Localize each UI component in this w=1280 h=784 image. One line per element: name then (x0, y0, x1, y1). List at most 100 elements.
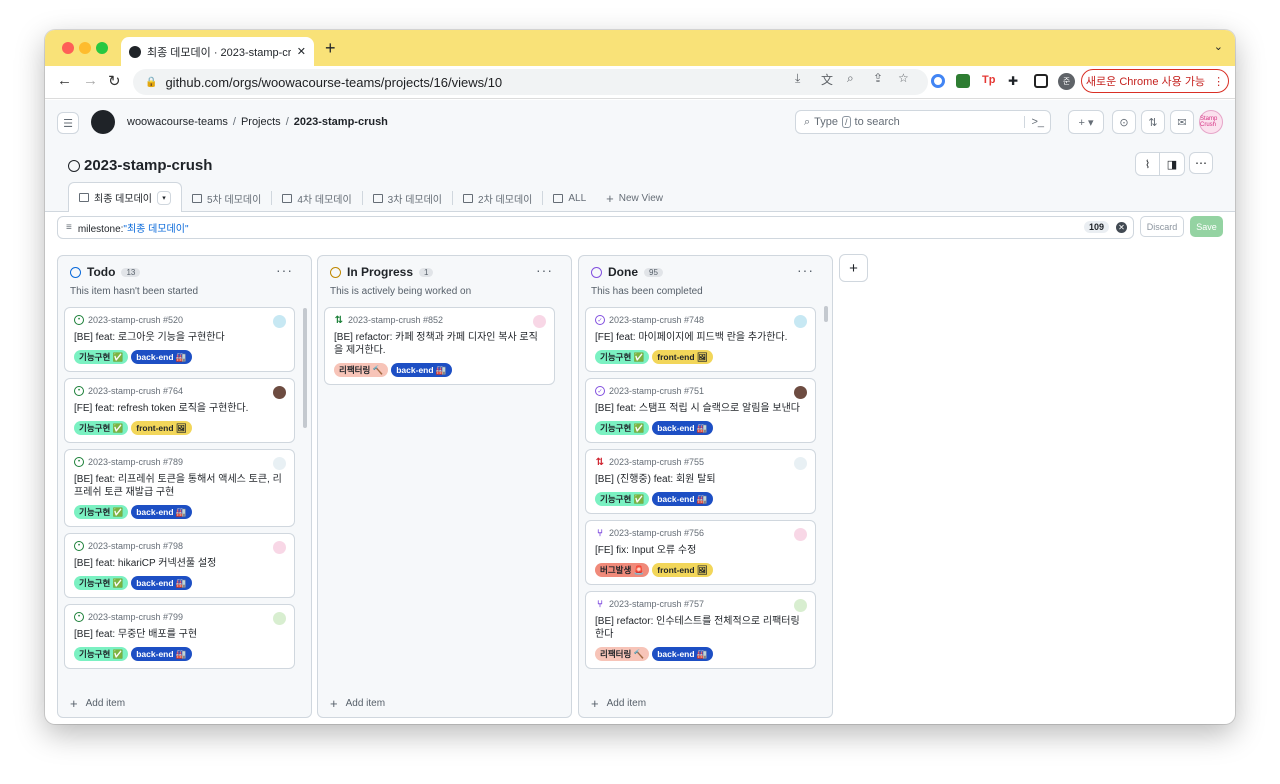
issue-label[interactable]: 기능구현 ✅ (74, 350, 129, 364)
issue-label[interactable]: 기능구현 ✅ (74, 647, 129, 661)
issue-title[interactable]: [BE] feat: 리프레쉬 토큰을 통해서 액세스 토큰, 리프레쉬 토큰 … (74, 473, 286, 499)
assignee-avatar[interactable] (794, 386, 807, 399)
puzzle-extensions-icon[interactable]: ✚ (1008, 74, 1022, 88)
issue-reference[interactable]: 2023-stamp-crush #520 (88, 315, 183, 325)
issue-card[interactable]: • 2023-stamp-crush #799 [BE] feat: 무중단 배… (64, 604, 295, 669)
issues-icon[interactable]: ⊙ (1112, 110, 1136, 134)
issue-label[interactable]: 기능구현 ✅ (595, 492, 650, 506)
issue-label[interactable]: back-end 🏭 (391, 363, 452, 377)
assignee-avatar[interactable] (273, 386, 286, 399)
issue-label[interactable]: 기능구현 ✅ (74, 505, 129, 519)
filter-input[interactable]: ≡ milestone:"최종 데모데이" 109 ✕ (57, 216, 1134, 239)
assignee-avatar[interactable] (794, 457, 807, 470)
issue-label[interactable]: 기능구현 ✅ (74, 576, 129, 590)
issue-card[interactable]: • 2023-stamp-crush #520 [BE] feat: 로그아웃 … (64, 307, 295, 372)
issue-card[interactable]: ⑂ 2023-stamp-crush #756 [FE] fix: Input … (585, 520, 816, 585)
issue-reference[interactable]: 2023-stamp-crush #757 (609, 599, 704, 609)
add-item-button[interactable]: + Add item (591, 696, 646, 711)
issue-label[interactable]: 기능구현 ✅ (595, 350, 650, 364)
command-palette-icon[interactable]: >_ (1024, 116, 1050, 128)
issue-reference[interactable]: 2023-stamp-crush #789 (88, 457, 183, 467)
assignee-avatar[interactable] (794, 599, 807, 612)
add-item-button[interactable]: + Add item (330, 696, 385, 711)
new-view-button[interactable]: + New View (596, 184, 673, 212)
assignee-avatar[interactable] (273, 612, 286, 625)
forward-arrow-icon[interactable]: → (83, 72, 98, 89)
tab-view-5[interactable]: 5차 데모데이 (182, 184, 271, 212)
close-tab-icon[interactable]: ✕ (297, 45, 306, 58)
issue-title[interactable]: [BE] feat: 스탬프 적립 시 슬랙으로 알림을 보낸다 (595, 402, 807, 415)
chrome-update-button[interactable]: 새로운 Chrome 사용 가능 ⋮ (1081, 69, 1229, 93)
issue-card[interactable]: ⑂ 2023-stamp-crush #757 [BE] refactor: 인… (585, 591, 816, 669)
issue-label[interactable]: back-end 🏭 (652, 647, 713, 661)
tab-view-3[interactable]: 3차 데모데이 (363, 184, 452, 212)
reload-icon[interactable]: ↻ (108, 72, 121, 90)
issue-title[interactable]: [BE] refactor: 인수테스트를 전체적으로 리팩터링한다 (595, 615, 807, 641)
issue-title[interactable]: [BE] refactor: 카페 정책과 카페 디자인 복사 로직을 제거한다… (334, 331, 546, 357)
issue-reference[interactable]: 2023-stamp-crush #764 (88, 386, 183, 396)
issue-label[interactable]: back-end 🏭 (131, 350, 192, 364)
column-scrollbar[interactable] (824, 306, 828, 322)
issue-reference[interactable]: 2023-stamp-crush #755 (609, 457, 704, 467)
add-column-button[interactable]: + (839, 254, 868, 282)
share-icon[interactable]: ⇪ (873, 71, 883, 85)
issue-title[interactable]: [BE] feat: hikariCP 커넥션풀 설정 (74, 557, 286, 570)
column-more-icon[interactable]: ··· (276, 262, 293, 278)
view-options-chevron-icon[interactable]: ▾ (156, 190, 171, 205)
issue-card[interactable]: ⇅ 2023-stamp-crush #852 [BE] refactor: 카… (324, 307, 555, 385)
issue-card[interactable]: ✓ 2023-stamp-crush #748 [FE] feat: 마이페이지… (585, 307, 816, 372)
assignee-avatar[interactable] (533, 315, 546, 328)
crumb-projects[interactable]: Projects (241, 116, 281, 128)
issue-label[interactable]: back-end 🏭 (131, 576, 192, 590)
tab-view-final[interactable]: 최종 데모데이 ▾ (68, 182, 182, 212)
install-icon[interactable]: ⤓ (795, 71, 800, 86)
issue-card[interactable]: • 2023-stamp-crush #764 [FE] feat: refre… (64, 378, 295, 443)
issue-title[interactable]: [BE] feat: 로그아웃 기능을 구현한다 (74, 331, 286, 344)
issue-label[interactable]: 리팩터링 🔨 (595, 647, 650, 661)
assignee-avatar[interactable] (794, 528, 807, 541)
column-more-icon[interactable]: ··· (797, 262, 814, 278)
close-window-dot[interactable] (62, 42, 74, 54)
extension-tp-icon[interactable]: Tp (982, 74, 996, 88)
issue-label[interactable]: front-end 🖼 (652, 563, 713, 577)
translate-icon[interactable]: 文 (821, 71, 833, 88)
bookmark-star-icon[interactable]: ☆ (898, 71, 909, 85)
tab-view-2[interactable]: 2차 데모데이 (453, 184, 542, 212)
crumb-org[interactable]: woowacourse-teams (127, 116, 228, 128)
issue-card[interactable]: ⇅ 2023-stamp-crush #755 [BE] (진행중) feat:… (585, 449, 816, 514)
discard-button[interactable]: Discard (1140, 216, 1184, 237)
insights-chart-icon[interactable]: ⌇ (1136, 153, 1160, 175)
inbox-icon[interactable]: ✉ (1170, 110, 1194, 134)
issue-title[interactable]: [FE] feat: 마이페이지에 피드백 란을 추가한다. (595, 331, 807, 344)
profile-avatar[interactable]: 준 (1058, 73, 1075, 90)
issue-reference[interactable]: 2023-stamp-crush #756 (609, 528, 704, 538)
issue-card[interactable]: • 2023-stamp-crush #789 [BE] feat: 리프레쉬 … (64, 449, 295, 527)
issue-label[interactable]: front-end 🖼 (131, 421, 192, 435)
issue-card[interactable]: • 2023-stamp-crush #798 [BE] feat: hikar… (64, 533, 295, 598)
issue-reference[interactable]: 2023-stamp-crush #852 (348, 315, 443, 325)
issue-title[interactable]: [BE] feat: 무중단 배포를 구현 (74, 628, 286, 641)
tab-search-chevron-icon[interactable]: ⌄ (1214, 40, 1223, 53)
issue-title[interactable]: [BE] (진행중) feat: 회원 탈퇴 (595, 473, 807, 486)
hamburger-menu-icon[interactable]: ☰ (57, 112, 79, 134)
extension-chart-icon[interactable] (956, 74, 970, 88)
column-more-icon[interactable]: ··· (536, 262, 553, 278)
issue-reference[interactable]: 2023-stamp-crush #798 (88, 541, 183, 551)
issue-label[interactable]: back-end 🏭 (131, 647, 192, 661)
github-logo-icon[interactable] (91, 110, 115, 134)
assignee-avatar[interactable] (273, 541, 286, 554)
issue-label[interactable]: back-end 🏭 (131, 505, 192, 519)
issue-title[interactable]: [FE] fix: Input 오류 수정 (595, 544, 807, 557)
issue-label[interactable]: back-end 🏭 (652, 492, 713, 506)
assignee-avatar[interactable] (273, 315, 286, 328)
crumb-project[interactable]: 2023-stamp-crush (294, 116, 388, 128)
pull-requests-icon[interactable]: ⇅ (1141, 110, 1165, 134)
tab-view-4[interactable]: 4차 데모데이 (272, 184, 361, 212)
user-avatar[interactable]: Stamp Crush (1199, 110, 1223, 134)
issue-label[interactable]: 버그발생 🚨 (595, 563, 650, 577)
back-arrow-icon[interactable]: ← (57, 72, 72, 89)
issue-label[interactable]: back-end 🏭 (652, 421, 713, 435)
clear-filter-icon[interactable]: ✕ (1116, 222, 1127, 233)
issue-title[interactable]: [FE] feat: refresh token 로직을 구현한다. (74, 402, 286, 415)
search-input[interactable]: ⌕ Type / to search >_ (795, 110, 1051, 134)
